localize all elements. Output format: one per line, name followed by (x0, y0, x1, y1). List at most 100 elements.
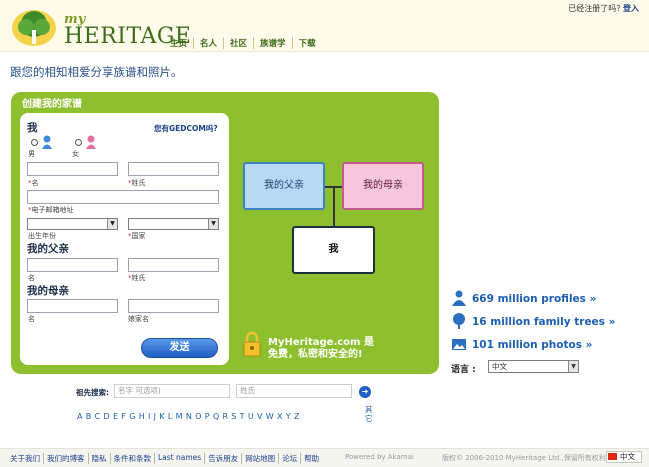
me-heading: 我 (27, 122, 38, 134)
security-line-2: 免费，私密和安全的! (268, 349, 363, 360)
male-icon (42, 135, 52, 149)
footer-link[interactable]: 论坛 (278, 453, 300, 464)
father-first-name-input[interactable] (27, 258, 118, 272)
alphabet-letter-s[interactable]: S (231, 412, 236, 421)
alphabet-letter-b[interactable]: B (86, 412, 92, 421)
send-button[interactable]: 发送 (141, 338, 218, 358)
page-tagline: 跟您的相知相爱分享族谱和照片。 (10, 65, 183, 79)
footer-link[interactable]: 条件和条款 (109, 453, 155, 464)
country-label: *国家 (128, 232, 146, 240)
copyright-text: 版权© 2006-2010 MyHeritage Ltd.,保留所有权利 (442, 454, 606, 462)
nav-download[interactable]: 下载 (291, 37, 322, 49)
first-name-label: *名 (28, 179, 39, 187)
nav-home[interactable]: 主页 (170, 37, 193, 49)
email-input[interactable] (27, 190, 219, 204)
top-navigation: 主页 名人 社区 族谱学 下载 (170, 37, 322, 49)
search-last-name-input[interactable]: 姓氏 (236, 384, 352, 398)
chevron-down-icon: ▼ (568, 361, 578, 372)
person-icon (452, 290, 466, 306)
nav-genealogy[interactable]: 族谱学 (253, 37, 292, 49)
alphabet-letter-l[interactable]: L (168, 412, 172, 421)
alphabet-letter-j[interactable]: J (154, 412, 156, 421)
father-last-name-input[interactable] (128, 258, 219, 272)
myheritage-logo-icon[interactable] (10, 8, 58, 48)
mother-maiden-name-label: 娘家名 (128, 315, 149, 323)
male-label: 男 (28, 150, 35, 158)
male-radio[interactable] (31, 139, 38, 146)
language-select[interactable]: 中文 ▼ (488, 360, 579, 373)
nav-celebrities[interactable]: 名人 (193, 37, 223, 49)
alphabet-letter-w[interactable]: W (266, 412, 274, 421)
child-connector (333, 186, 335, 226)
footer-link[interactable]: 帮助 (300, 453, 322, 464)
login-link[interactable]: 登入 (623, 4, 639, 13)
email-label: *电子邮箱地址 (28, 206, 74, 214)
mother-maiden-name-input[interactable] (128, 299, 219, 313)
alphabet-letter-k[interactable]: K (159, 412, 164, 421)
nav-community[interactable]: 社区 (223, 37, 253, 49)
father-last-name-label: *姓氏 (128, 274, 146, 282)
alphabet-letter-i[interactable]: I (148, 412, 150, 421)
gedcom-link[interactable]: 您有GEDCOM吗? (154, 123, 218, 134)
footer-links: 关于我们 我们的博客 隐私 条件和条款 Last names 告诉朋友 网站地图 论坛 帮助 (10, 453, 322, 464)
photos-stat-link[interactable]: 101 million photos » (472, 339, 592, 351)
alphabet-letter-p[interactable]: P (205, 412, 210, 421)
footer-link[interactable]: 我们的博客 (43, 453, 88, 464)
mother-heading: 我的母亲 (27, 285, 69, 297)
last-name-input[interactable] (128, 162, 219, 176)
alphabet-letter-a[interactable]: A (77, 412, 82, 421)
alphabet-letter-h[interactable]: H (139, 412, 145, 421)
country-select[interactable]: ▼ (128, 218, 219, 230)
alphabet-letter-t[interactable]: T (240, 412, 245, 421)
alphabet-letter-d[interactable]: D (103, 412, 109, 421)
female-label: 女 (72, 150, 79, 158)
father-box: 我的父亲 (243, 162, 325, 210)
chevron-down-icon: ▼ (208, 219, 218, 229)
alphabet-index: ABCDEFGHIJKLMNOPQRSTUVWXYZ (77, 412, 299, 421)
alphabet-letter-u[interactable]: U (248, 412, 254, 421)
footer-link[interactable]: 告诉朋友 (204, 453, 241, 464)
language-selected-value: 中文 (492, 362, 507, 371)
alphabet-letter-x[interactable]: X (277, 412, 282, 421)
alphabet-letter-q[interactable]: Q (213, 412, 219, 421)
footer-link[interactable]: 网站地图 (241, 453, 278, 464)
search-go-button[interactable]: ➔ (359, 386, 371, 398)
mother-first-name-label: 名 (28, 315, 35, 323)
me-box: 我 (292, 226, 375, 274)
alphabet-letter-z[interactable]: Z (294, 412, 299, 421)
alphabet-letter-n[interactable]: N (186, 412, 192, 421)
birth-year-label: 出生年份 (28, 232, 56, 240)
alphabet-letter-f[interactable]: F (121, 412, 126, 421)
alphabet-letter-r[interactable]: R (222, 412, 228, 421)
footer-link[interactable]: Last names (154, 453, 204, 464)
last-name-label: *姓氏 (128, 179, 146, 187)
alphabet-other-link[interactable]: 其它 (365, 405, 374, 423)
female-radio[interactable] (75, 139, 82, 146)
panel-title: 创建我的家谱 (22, 99, 82, 110)
tree-icon (453, 313, 465, 329)
china-flag-icon (608, 453, 617, 460)
mother-box: 我的母亲 (342, 162, 424, 210)
alphabet-letter-y[interactable]: Y (286, 412, 291, 421)
female-icon (86, 135, 96, 149)
photo-icon (452, 339, 466, 350)
footer-link[interactable]: 关于我们 (10, 453, 43, 464)
search-first-name-input[interactable]: 名字 可选项) (114, 384, 230, 398)
login-area: 已经注册了吗? 登入 (568, 3, 639, 14)
mother-first-name-input[interactable] (27, 299, 118, 313)
first-name-input[interactable] (27, 162, 118, 176)
alphabet-letter-e[interactable]: E (113, 412, 118, 421)
birth-year-select[interactable]: ▼ (27, 218, 118, 230)
powered-by-text: Powered by Akamai (345, 453, 414, 461)
alphabet-letter-o[interactable]: O (195, 412, 201, 421)
profiles-stat-link[interactable]: 669 million profiles » (472, 293, 596, 305)
alphabet-letter-c[interactable]: C (95, 412, 101, 421)
alphabet-letter-v[interactable]: V (257, 412, 262, 421)
alphabet-letter-m[interactable]: M (176, 412, 183, 421)
lock-icon (243, 331, 261, 357)
alphabet-letter-g[interactable]: G (129, 412, 135, 421)
already-registered-text: 已经注册了吗? (568, 4, 621, 13)
family-trees-stat-link[interactable]: 16 million family trees » (472, 316, 615, 328)
language-label: 语言 : (451, 365, 476, 375)
footer-link[interactable]: 隐私 (87, 453, 110, 464)
